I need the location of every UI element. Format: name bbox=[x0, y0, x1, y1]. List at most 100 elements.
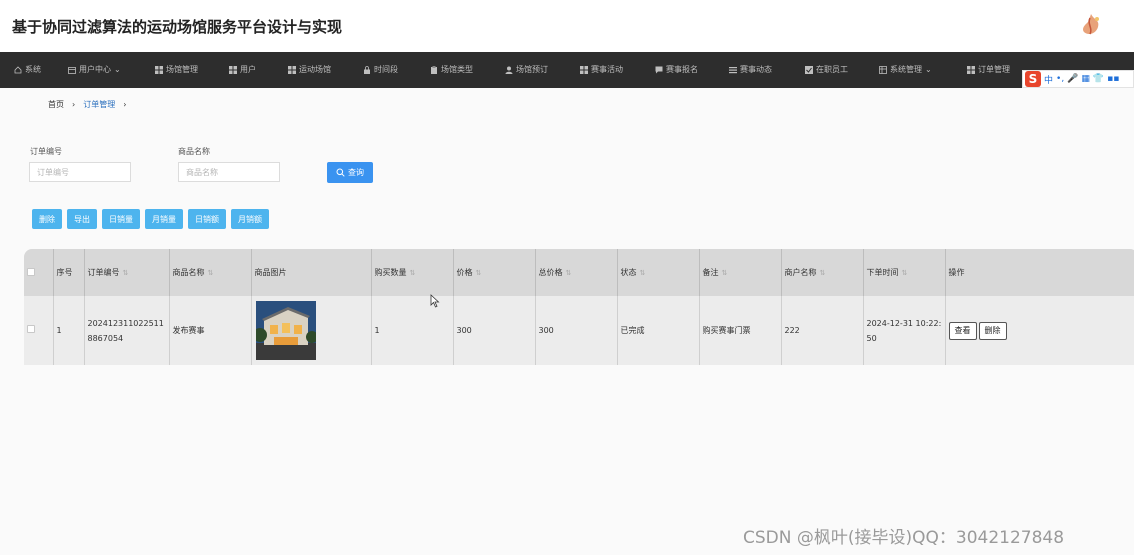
export-button[interactable]: 导出 bbox=[67, 209, 97, 229]
sort-icon[interactable]: ⇅ bbox=[208, 269, 214, 277]
column-header-price[interactable]: 价格 ⇅ bbox=[453, 249, 536, 296]
nav-item-staff[interactable]: 在职员工 bbox=[805, 52, 848, 88]
keyboard-icon[interactable]: ▦ bbox=[1081, 74, 1090, 84]
apps-icon[interactable]: ▪▪ bbox=[1107, 74, 1119, 84]
nav-label: 运动场馆 bbox=[299, 65, 331, 74]
product-name-label: 商品名称 bbox=[178, 147, 210, 156]
column-header-operation: 操作 bbox=[948, 268, 965, 277]
cell-price: 300 bbox=[453, 296, 536, 365]
cell-product-image bbox=[251, 296, 372, 365]
ime-logo-icon: S bbox=[1025, 71, 1041, 87]
nav-label: 系统 bbox=[25, 65, 41, 74]
breadcrumb-current: 订单管理 bbox=[83, 100, 116, 109]
nav-label: 系统管理 bbox=[890, 65, 922, 74]
column-header-order-no[interactable]: 订单编号 ⇅ bbox=[84, 249, 170, 296]
ime-toolbar[interactable]: S 中 •, 🎤 ▦ 👕 ▪▪ bbox=[1022, 70, 1134, 88]
sort-icon[interactable]: ⇅ bbox=[640, 269, 646, 277]
nav-item-time-slots[interactable]: 时间段 bbox=[363, 52, 398, 88]
grid-icon bbox=[580, 66, 588, 74]
nav-item-users[interactable]: 用户 bbox=[229, 52, 256, 88]
sort-icon[interactable]: ⇅ bbox=[476, 269, 482, 277]
nav-label: 赛事活动 bbox=[591, 65, 623, 74]
cell-order-time: 2024-12-31 10:22:50 bbox=[863, 296, 946, 365]
calendar-icon bbox=[68, 67, 76, 74]
table-row[interactable]: 1 2024123110225118867054 发布赛事 1 300 300 … bbox=[24, 296, 1134, 365]
nav-item-order-management[interactable]: 订单管理 bbox=[967, 52, 1010, 88]
cell-status: 已完成 bbox=[617, 296, 700, 365]
grid-icon bbox=[155, 66, 163, 74]
nav-item-sports-venues[interactable]: 运动场馆 bbox=[288, 52, 331, 88]
column-header-merchant[interactable]: 商户名称 ⇅ bbox=[781, 249, 864, 296]
monthly-sales-qty-button[interactable]: 月销量 bbox=[145, 209, 183, 229]
nav-label: 用户 bbox=[240, 65, 256, 74]
table-header-row: 序号 订单编号 ⇅ 商品名称 ⇅ 商品图片 购买数量 ⇅ 价格 ⇅ 总价格 ⇅ 状态 ⇅ 备… bbox=[24, 249, 1134, 296]
column-header-product-name[interactable]: 商品名称 ⇅ bbox=[169, 249, 252, 296]
chevron-right-icon: › bbox=[123, 100, 127, 109]
cell-product-name: 发布赛事 bbox=[169, 296, 252, 365]
sort-icon[interactable]: ⇅ bbox=[902, 269, 908, 277]
nav-item-venue-management[interactable]: 场馆管理 bbox=[155, 52, 198, 88]
app-title: 基于协同过滤算法的运动场馆服务平台设计与实现 bbox=[12, 18, 343, 36]
nav-label: 在职员工 bbox=[816, 65, 848, 74]
nav-item-user-center[interactable]: 用户中心 ⌄ bbox=[68, 52, 121, 88]
product-name-input[interactable] bbox=[178, 162, 280, 182]
mouse-cursor-icon bbox=[430, 294, 440, 308]
punctuation-icon[interactable]: •, bbox=[1056, 74, 1064, 84]
user-icon bbox=[505, 66, 513, 74]
sort-icon[interactable]: ⇅ bbox=[566, 269, 572, 277]
search-button[interactable]: 查询 bbox=[327, 162, 373, 183]
daily-sales-qty-button[interactable]: 日销量 bbox=[102, 209, 140, 229]
nav-item-system-management[interactable]: 系统管理 ⌄ bbox=[879, 52, 932, 88]
nav-item-venue-types[interactable]: 场馆类型 bbox=[430, 52, 473, 88]
main-content: 首页 › 订单管理 › 订单编号 商品名称 查询 删除 导出 日销量 月销量 日… bbox=[0, 88, 1134, 555]
cell-quantity: 1 bbox=[371, 296, 454, 365]
skin-icon[interactable]: 👕 bbox=[1093, 74, 1104, 84]
monthly-sales-amount-button[interactable]: 月销额 bbox=[231, 209, 269, 229]
cell-merchant: 222 bbox=[781, 296, 864, 365]
column-header-total[interactable]: 总价格 ⇅ bbox=[535, 249, 618, 296]
orders-table: 序号 订单编号 ⇅ 商品名称 ⇅ 商品图片 购买数量 ⇅ 价格 ⇅ 总价格 ⇅ 状态 ⇅ 备… bbox=[24, 249, 1134, 365]
sort-icon[interactable]: ⇅ bbox=[410, 269, 416, 277]
list-icon bbox=[729, 67, 737, 74]
column-header-status[interactable]: 状态 ⇅ bbox=[617, 249, 700, 296]
checkbox-icon bbox=[805, 66, 813, 74]
nav-item-venue-booking[interactable]: 场馆预订 bbox=[505, 52, 548, 88]
sort-icon[interactable]: ⇅ bbox=[722, 269, 728, 277]
breadcrumb-home[interactable]: 首页 bbox=[48, 99, 64, 110]
chevron-down-icon: ⌄ bbox=[925, 65, 932, 74]
sort-icon[interactable]: ⇅ bbox=[820, 269, 826, 277]
product-image[interactable] bbox=[255, 301, 316, 360]
microphone-icon[interactable]: 🎤 bbox=[1067, 74, 1078, 84]
breadcrumb: 首页 › 订单管理 › bbox=[48, 99, 126, 110]
nav-label: 用户中心 bbox=[79, 65, 111, 74]
nav-item-home[interactable]: 系统 bbox=[14, 52, 41, 88]
nav-label: 场馆类型 bbox=[441, 65, 473, 74]
chat-icon bbox=[655, 66, 663, 74]
home-icon bbox=[14, 66, 22, 74]
row-delete-button[interactable]: 删除 bbox=[978, 321, 1007, 340]
nav-item-events[interactable]: 赛事活动 bbox=[580, 52, 623, 88]
sort-icon[interactable]: ⇅ bbox=[123, 269, 129, 277]
daily-sales-amount-button[interactable]: 日销额 bbox=[188, 209, 226, 229]
nav-label: 时间段 bbox=[374, 65, 398, 74]
delete-button[interactable]: 删除 bbox=[32, 209, 62, 229]
nav-label: 赛事报名 bbox=[666, 65, 698, 74]
watermark: CSDN @枫叶(接毕设)QQ：3042127848 bbox=[743, 528, 1065, 548]
chevron-down-icon: ⌄ bbox=[114, 65, 121, 74]
ime-mode[interactable]: 中 bbox=[1044, 73, 1053, 86]
lock-icon bbox=[364, 66, 370, 74]
select-all-checkbox[interactable] bbox=[24, 249, 54, 296]
view-button[interactable]: 查看 bbox=[948, 321, 977, 340]
nav-label: 场馆管理 bbox=[166, 65, 198, 74]
search-icon bbox=[336, 168, 345, 177]
column-header-order-time[interactable]: 下单时间 ⇅ bbox=[863, 249, 946, 296]
order-no-input[interactable] bbox=[29, 162, 131, 182]
clipboard-icon bbox=[431, 66, 437, 74]
grid-icon bbox=[229, 66, 237, 74]
nav-item-event-news[interactable]: 赛事动态 bbox=[729, 52, 772, 88]
column-header-quantity[interactable]: 购买数量 ⇅ bbox=[371, 249, 454, 296]
cell-operation: 查看 删除 bbox=[945, 296, 1134, 365]
column-header-remark[interactable]: 备注 ⇅ bbox=[699, 249, 782, 296]
nav-item-event-registration[interactable]: 赛事报名 bbox=[655, 52, 698, 88]
row-checkbox[interactable] bbox=[24, 296, 54, 365]
